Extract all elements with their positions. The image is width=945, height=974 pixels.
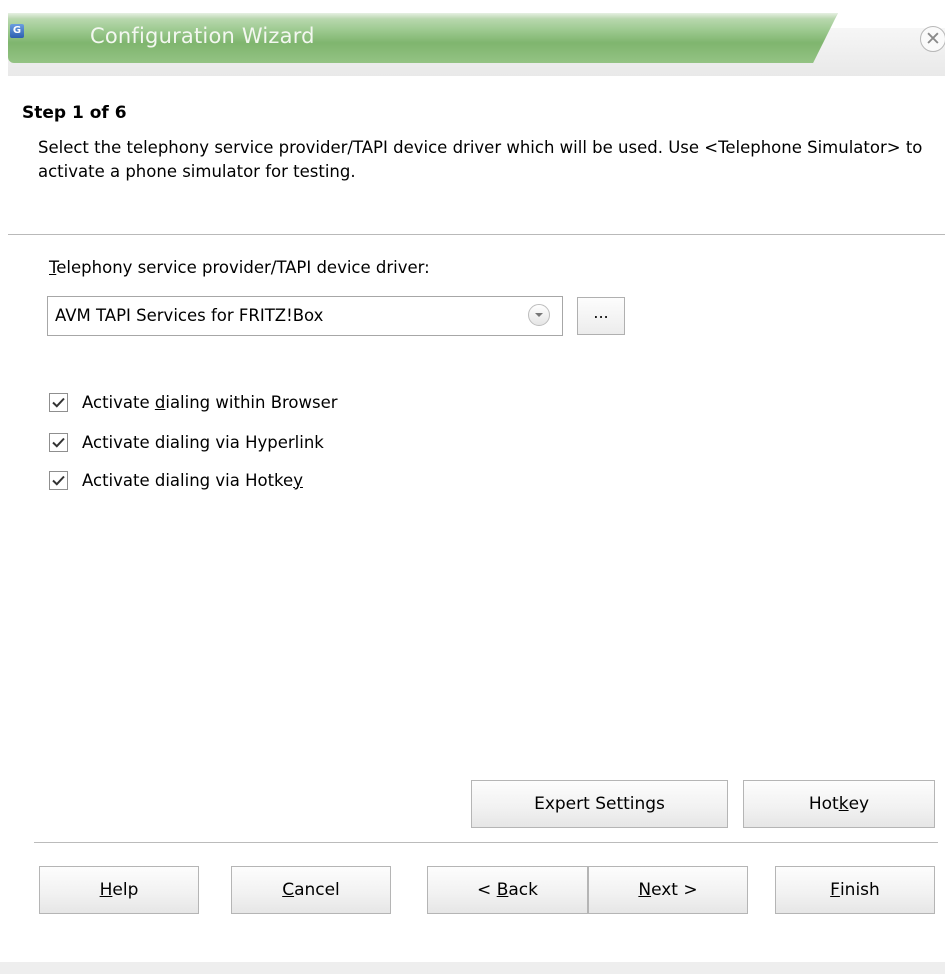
cancel-button[interactable]: Cancel <box>231 866 391 914</box>
bottom-edge <box>0 962 945 974</box>
provider-label: Telephony service provider/TAPI device d… <box>49 258 430 277</box>
close-icon: ✕ <box>925 28 941 50</box>
checkbox-label: Activate dialing within Browser <box>82 392 338 412</box>
close-button[interactable]: ✕ <box>920 26 945 52</box>
footer-divider <box>34 842 938 844</box>
checkbox[interactable] <box>49 470 68 490</box>
finish-button[interactable]: Finish <box>775 866 935 914</box>
checkbox-label: Activate dialing via Hotkey <box>82 470 303 490</box>
window-title: Configuration Wizard <box>90 24 315 48</box>
chevron-down-icon[interactable] <box>528 304 550 326</box>
next-button[interactable]: Next > <box>588 866 748 914</box>
help-button[interactable]: Help <box>39 866 199 914</box>
browse-provider-button[interactable]: ... <box>577 297 625 335</box>
title-bar: G Configuration Wizard ✕ <box>0 0 945 76</box>
hotkey-button[interactable]: Hot k ey <box>743 780 935 828</box>
checkbox-dialing-browser[interactable]: Activate dialing within Browser <box>49 390 338 414</box>
back-button[interactable]: < Back <box>427 866 588 914</box>
checkbox[interactable] <box>49 432 68 452</box>
checkbox-dialing-hyperlink[interactable]: Activate dialing via Hyperlink <box>49 430 324 454</box>
provider-label-text: elephony service provider/TAPI device dr… <box>56 258 430 277</box>
checkbox[interactable] <box>49 392 68 412</box>
header-divider <box>8 234 945 236</box>
title-bar-highlight <box>8 13 838 19</box>
expert-settings-button[interactable]: Expert Settings <box>471 780 728 828</box>
step-title: Step 1 of 6 <box>22 103 127 123</box>
provider-dropdown-value: AVM TAPI Services for FRITZ!Box <box>55 306 324 325</box>
step-description: Select the telephony service provider/TA… <box>38 138 923 181</box>
app-icon[interactable]: G <box>10 24 24 38</box>
checkbox-dialing-hotkey[interactable]: Activate dialing via Hotkey <box>49 468 303 492</box>
provider-dropdown[interactable]: AVM TAPI Services for FRITZ!Box <box>47 296 563 336</box>
checkbox-label: Activate dialing via Hyperlink <box>82 432 324 452</box>
